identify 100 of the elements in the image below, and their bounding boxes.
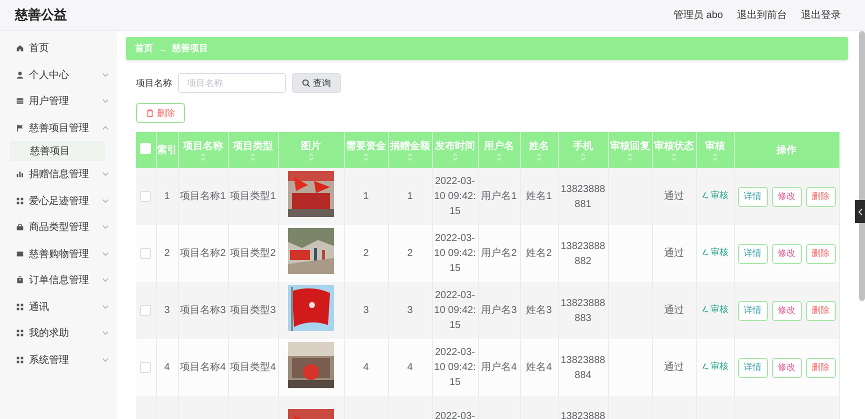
table-cell: 项目名称1 [180,191,226,202]
delete-button[interactable]: 删除 [806,186,836,206]
detail-button[interactable]: 详情 [738,300,768,320]
app-title: 慈善公益 [15,6,67,24]
pencil-icon [702,248,708,256]
search-field[interactable]: 项目名称 [178,73,286,93]
table-cell: 项目类型3 [230,305,276,316]
sidebar-item[interactable]: 商品类型管理 [0,214,117,240]
table-cell: 1 [407,191,413,202]
home-icon [16,44,24,52]
row-checkbox[interactable] [140,362,152,373]
table-cell: 用户名3 [481,305,517,316]
table-icon [16,97,24,106]
user-icon [16,70,24,79]
phone-cell: 13823888882 [560,240,606,266]
review-link[interactable]: 审核 [702,360,728,374]
sidebar-item[interactable]: 个人中心 [0,62,117,88]
search-button[interactable]: 查询 [292,73,341,93]
bag-icon [16,223,24,232]
table-cell: 用户名1 [481,191,517,202]
phone-cell: 13823888881 [560,184,606,210]
table-cell: 用户名4 [481,362,517,373]
edit-button[interactable]: 修改 [772,244,802,264]
chevron-icon [858,208,862,216]
delete-button[interactable]: 删除 [136,103,185,123]
pencil-icon [702,191,708,200]
table-cell: 3 [363,305,369,316]
row-checkbox[interactable] [140,304,152,316]
header-link[interactable]: 管理员 abo [674,8,723,22]
table-cell: 4 [407,362,413,373]
breadcrumb-separator: → [158,44,167,54]
ticket-icon [16,250,24,258]
status-cell: 通过 [664,191,684,202]
search-icon [302,79,310,87]
sidebar-item[interactable]: 订单信息管理 [0,267,117,294]
bar-chart-icon [16,170,24,178]
field-label: 项目名称 [136,76,172,90]
status-cell: 通过 [664,248,684,259]
date-cell: 2022-03-10 09:42:15 [434,233,476,274]
box-icon [16,276,24,284]
table-cell: 姓名2 [526,248,552,259]
table-cell: 项目名称3 [180,305,226,316]
date-cell: 2022-03-10 09:42:15 [434,176,476,217]
date-cell: 2022-03-10 09:42:15 [434,290,476,331]
row-checkbox[interactable] [140,248,152,259]
delete-button[interactable]: 删除 [806,244,836,264]
review-link[interactable]: 审核 [702,188,728,202]
trash-icon [146,108,154,118]
sidebar-item[interactable]: 我的求助 [0,320,117,346]
sidebar-item[interactable]: 慈善项目管理 [0,114,117,141]
index-cell: 2 [164,248,170,259]
delete-button[interactable]: 删除 [806,358,836,378]
grid-icon [16,329,24,338]
index-cell: 1 [164,191,170,202]
scrollbar-thumb[interactable] [859,31,865,301]
edit-button[interactable]: 修改 [772,358,802,378]
select-all-checkbox[interactable] [140,142,152,154]
grid-icon [16,196,24,205]
sidebar-item[interactable]: 捐赠信息管理 [0,161,117,188]
header-link[interactable]: 退出到前台 [737,8,787,22]
delete-button[interactable]: 删除 [806,300,836,320]
table-cell: 项目类型4 [230,362,276,373]
phone-cell: 13823888 [560,411,606,419]
sidebar-item[interactable]: 用户管理 [0,88,117,114]
flag-icon [16,124,24,132]
grid-icon [16,356,24,364]
edit-button[interactable]: 修改 [772,300,802,320]
pencil-icon [702,362,708,370]
row-checkbox[interactable] [140,190,152,202]
sidebar-item[interactable]: 慈善购物管理 [0,240,117,267]
detail-button[interactable]: 详情 [738,244,768,264]
header-link[interactable]: 退出登录 [801,8,841,22]
table-cell: 项目名称4 [180,362,226,373]
table-cell: 项目类型1 [230,191,276,202]
detail-button[interactable]: 详情 [738,358,768,378]
sidebar-subitem[interactable]: 慈善项目 [10,141,105,161]
table-cell: 项目名称2 [180,248,226,259]
table-cell: 2 [407,248,413,259]
review-link[interactable]: 审核 [702,246,728,260]
table-cell: 2 [363,248,369,259]
table-cell: 1 [363,191,369,202]
table-cell: 姓名1 [526,191,552,202]
detail-button[interactable]: 详情 [738,186,768,206]
sidebar-item[interactable]: 首页 [0,35,117,62]
edit-button[interactable]: 修改 [772,186,802,206]
sidebar-item[interactable]: 系统管理 [0,346,117,373]
index-cell: 3 [164,305,170,316]
column-header: 操作 [776,144,796,156]
phone-cell: 13823888883 [560,298,606,324]
table-cell: 姓名3 [526,305,552,316]
collapse-button[interactable] [855,200,865,223]
status-cell: 通过 [664,362,684,373]
review-link[interactable]: 审核 [702,302,728,316]
sidebar-item[interactable]: 通讯 [0,294,117,320]
table-cell: 项目类型2 [230,248,276,259]
grid-icon [16,302,24,311]
table-cell: 3 [407,305,413,316]
sidebar-item[interactable]: 爱心足迹管理 [0,188,117,214]
date-cell: 2022-03-10 09:42:15 [434,347,476,388]
phone-cell: 13823888884 [560,354,606,380]
